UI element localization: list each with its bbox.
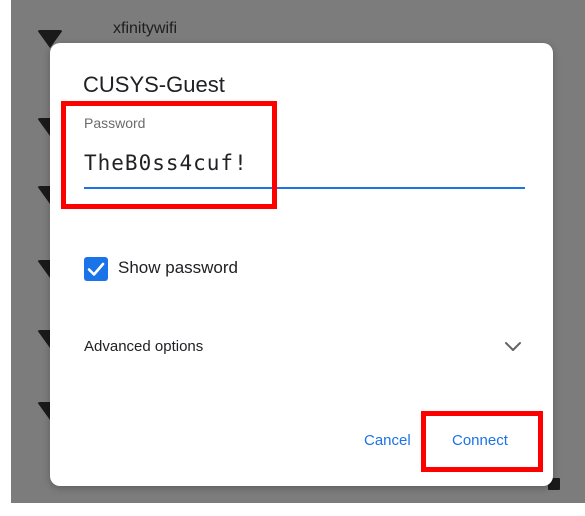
password-field-label: Password: [84, 115, 146, 131]
show-password-checkbox[interactable]: [84, 257, 108, 281]
connect-button[interactable]: Connect: [452, 432, 508, 449]
advanced-options-label[interactable]: Advanced options: [84, 338, 203, 355]
chevron-down-icon[interactable]: [502, 339, 524, 353]
network-name: xfinitywifi: [113, 20, 178, 37]
password-input[interactable]: TheB0ss4cuf!: [84, 151, 248, 175]
dialog-title: CUSYS-Guest: [83, 72, 225, 97]
password-input-underline: [84, 187, 525, 189]
checkmark-icon: [87, 262, 105, 276]
wifi-password-dialog: CUSYS-Guest Password TheB0ss4cuf! Show p…: [50, 43, 553, 486]
cancel-button[interactable]: Cancel: [364, 432, 411, 449]
show-password-label[interactable]: Show password: [118, 258, 238, 278]
